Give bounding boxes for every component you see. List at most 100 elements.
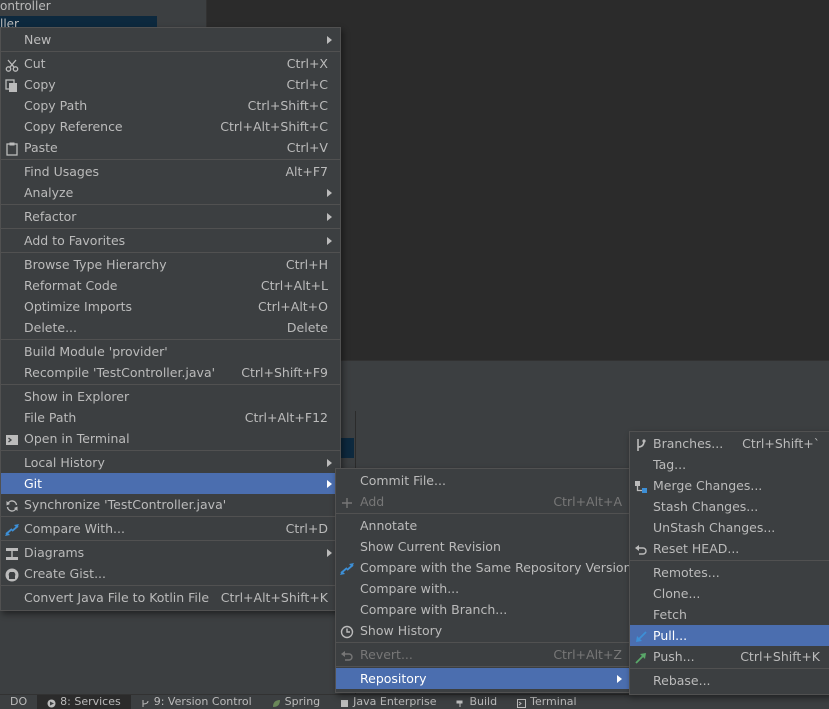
submenu-arrow-icon xyxy=(327,237,332,245)
git-submenu: Commit File... Add Ctrl+Alt+A Annotate Sh… xyxy=(335,468,632,693)
terminal-icon xyxy=(5,432,19,446)
menu-item-show-current-revision[interactable]: Show Current Revision xyxy=(336,536,630,557)
menu-item-remotes[interactable]: Remotes... xyxy=(630,562,829,583)
tab-java-enterprise[interactable]: Java Enterprise xyxy=(330,695,446,709)
clipboard-icon xyxy=(5,141,19,156)
submenu-arrow-icon xyxy=(617,675,622,683)
services-icon xyxy=(47,698,56,708)
menu-item-copy-path[interactable]: Copy Path Ctrl+Shift+C xyxy=(1,95,340,116)
menu-separator xyxy=(630,560,829,561)
menu-item-browse-type-hierarchy[interactable]: Browse Type Hierarchy Ctrl+H xyxy=(1,254,340,275)
menu-item-merge-changes[interactable]: Merge Changes... xyxy=(630,475,829,496)
tree-row[interactable]: ontroller xyxy=(0,0,51,14)
menu-item-add[interactable]: Add Ctrl+Alt+A xyxy=(336,491,630,512)
clock-icon xyxy=(340,624,354,639)
menu-separator xyxy=(1,252,340,253)
menu-item-diagrams[interactable]: Diagrams xyxy=(1,542,340,563)
menu-item-compare-same-repo[interactable]: Compare with the Same Repository Version xyxy=(336,557,632,578)
menu-item-cut[interactable]: Cut Ctrl+X xyxy=(1,53,340,74)
plus-icon xyxy=(340,495,354,509)
menu-separator xyxy=(1,585,340,586)
submenu-arrow-icon xyxy=(327,213,332,221)
menu-separator xyxy=(336,513,630,514)
menu-separator xyxy=(336,642,630,643)
menu-item-analyze[interactable]: Analyze xyxy=(1,182,340,203)
menu-item-create-gist[interactable]: Create Gist... xyxy=(1,563,340,584)
menu-item-new[interactable]: New xyxy=(1,29,340,50)
menu-item-refactor[interactable]: Refactor xyxy=(1,206,340,227)
menu-item-synchronize[interactable]: Synchronize 'TestController.java' xyxy=(1,494,340,515)
menu-item-compare-with-branch[interactable]: Compare with Branch... xyxy=(336,599,630,620)
push-arrow-icon xyxy=(634,650,648,664)
menu-item-unstash-changes[interactable]: UnStash Changes... xyxy=(630,517,829,538)
menu-item-fetch[interactable]: Fetch xyxy=(630,604,829,625)
submenu-arrow-icon xyxy=(327,189,332,197)
tool-window-tabs: DO 8: Services 9: Version Control Spring… xyxy=(0,694,829,709)
menu-item-show-in-explorer[interactable]: Show in Explorer xyxy=(1,386,340,407)
menu-item-copy[interactable]: Copy Ctrl+C xyxy=(1,74,340,95)
menu-item-open-in-terminal[interactable]: Open in Terminal xyxy=(1,428,340,449)
menu-item-delete[interactable]: Delete... Delete xyxy=(1,317,340,338)
menu-item-find-usages[interactable]: Find Usages Alt+F7 xyxy=(1,161,340,182)
menu-item-compare-with[interactable]: Compare With... Ctrl+D xyxy=(1,518,340,539)
menu-item-revert[interactable]: Revert... Ctrl+Alt+Z xyxy=(336,644,630,665)
menu-item-rebase[interactable]: Rebase... xyxy=(630,670,829,691)
menu-item-push[interactable]: Push... Ctrl+Shift+K xyxy=(630,646,829,667)
menu-item-git[interactable]: Git xyxy=(1,473,340,494)
menu-item-copy-reference[interactable]: Copy Reference Ctrl+Alt+Shift+C xyxy=(1,116,340,137)
github-icon xyxy=(5,567,19,582)
menu-item-tag[interactable]: Tag... xyxy=(630,454,829,475)
tab-todo[interactable]: DO xyxy=(0,695,37,709)
tab-terminal[interactable]: Terminal xyxy=(507,695,587,709)
context-menu: New Cut Ctrl+X Copy Ctrl+C Copy Path Ctrl+S… xyxy=(0,27,341,611)
services-tree-selection[interactable] xyxy=(340,438,354,458)
menu-item-stash-changes[interactable]: Stash Changes... xyxy=(630,496,829,517)
menu-separator xyxy=(336,666,630,667)
revert-icon xyxy=(340,648,354,662)
menu-separator xyxy=(1,228,340,229)
tab-version-control[interactable]: 9: Version Control xyxy=(131,695,262,709)
menu-separator xyxy=(1,339,340,340)
menu-separator xyxy=(1,540,340,541)
menu-item-repository[interactable]: Repository xyxy=(336,668,630,689)
menu-item-file-path[interactable]: File Path Ctrl+Alt+F12 xyxy=(1,407,340,428)
menu-separator xyxy=(1,51,340,52)
menu-item-branches[interactable]: Branches... Ctrl+Shift+` xyxy=(630,433,829,454)
menu-item-optimize-imports[interactable]: Optimize Imports Ctrl+Alt+O xyxy=(1,296,340,317)
copy-icon xyxy=(5,78,19,92)
merge-icon xyxy=(634,479,648,493)
branch-icon xyxy=(634,437,648,451)
tab-build[interactable]: Build xyxy=(446,695,507,709)
menu-item-compare-with-git[interactable]: Compare with... xyxy=(336,578,630,599)
terminal-icon xyxy=(517,698,527,708)
menu-separator xyxy=(1,204,340,205)
submenu-arrow-icon xyxy=(327,480,332,488)
repository-submenu: Branches... Ctrl+Shift+` Tag... Merge Cha… xyxy=(629,431,829,695)
revert-icon xyxy=(634,542,648,556)
menu-item-pull[interactable]: Pull... xyxy=(630,625,829,646)
menu-item-local-history[interactable]: Local History xyxy=(1,452,340,473)
menu-separator xyxy=(1,384,340,385)
sync-icon xyxy=(5,498,19,512)
submenu-arrow-icon xyxy=(327,549,332,557)
menu-item-add-to-favorites[interactable]: Add to Favorites xyxy=(1,230,340,251)
tab-spring[interactable]: Spring xyxy=(262,695,331,709)
compare-arrows-icon xyxy=(340,561,354,575)
menu-item-convert-to-kotlin[interactable]: Convert Java File to Kotlin File Ctrl+Alt… xyxy=(1,587,340,608)
menu-item-paste[interactable]: Paste Ctrl+V xyxy=(1,137,340,158)
menu-item-commit-file[interactable]: Commit File... xyxy=(336,470,630,491)
menu-item-build-module[interactable]: Build Module 'provider' xyxy=(1,341,340,362)
menu-separator xyxy=(1,159,340,160)
menu-item-show-history[interactable]: Show History xyxy=(336,620,630,641)
menu-item-annotate[interactable]: Annotate xyxy=(336,515,630,536)
menu-item-reset-head[interactable]: Reset HEAD... xyxy=(630,538,829,559)
java-enterprise-icon xyxy=(340,698,349,707)
pull-arrow-icon xyxy=(634,629,648,643)
diagram-icon xyxy=(5,546,19,560)
tab-services[interactable]: 8: Services xyxy=(37,695,131,709)
menu-item-recompile[interactable]: Recompile 'TestController.java' Ctrl+Shif… xyxy=(1,362,340,383)
menu-item-clone[interactable]: Clone... xyxy=(630,583,829,604)
menu-item-reformat-code[interactable]: Reformat Code Ctrl+Alt+L xyxy=(1,275,340,296)
submenu-arrow-icon xyxy=(327,36,332,44)
compare-arrows-icon xyxy=(5,522,19,536)
